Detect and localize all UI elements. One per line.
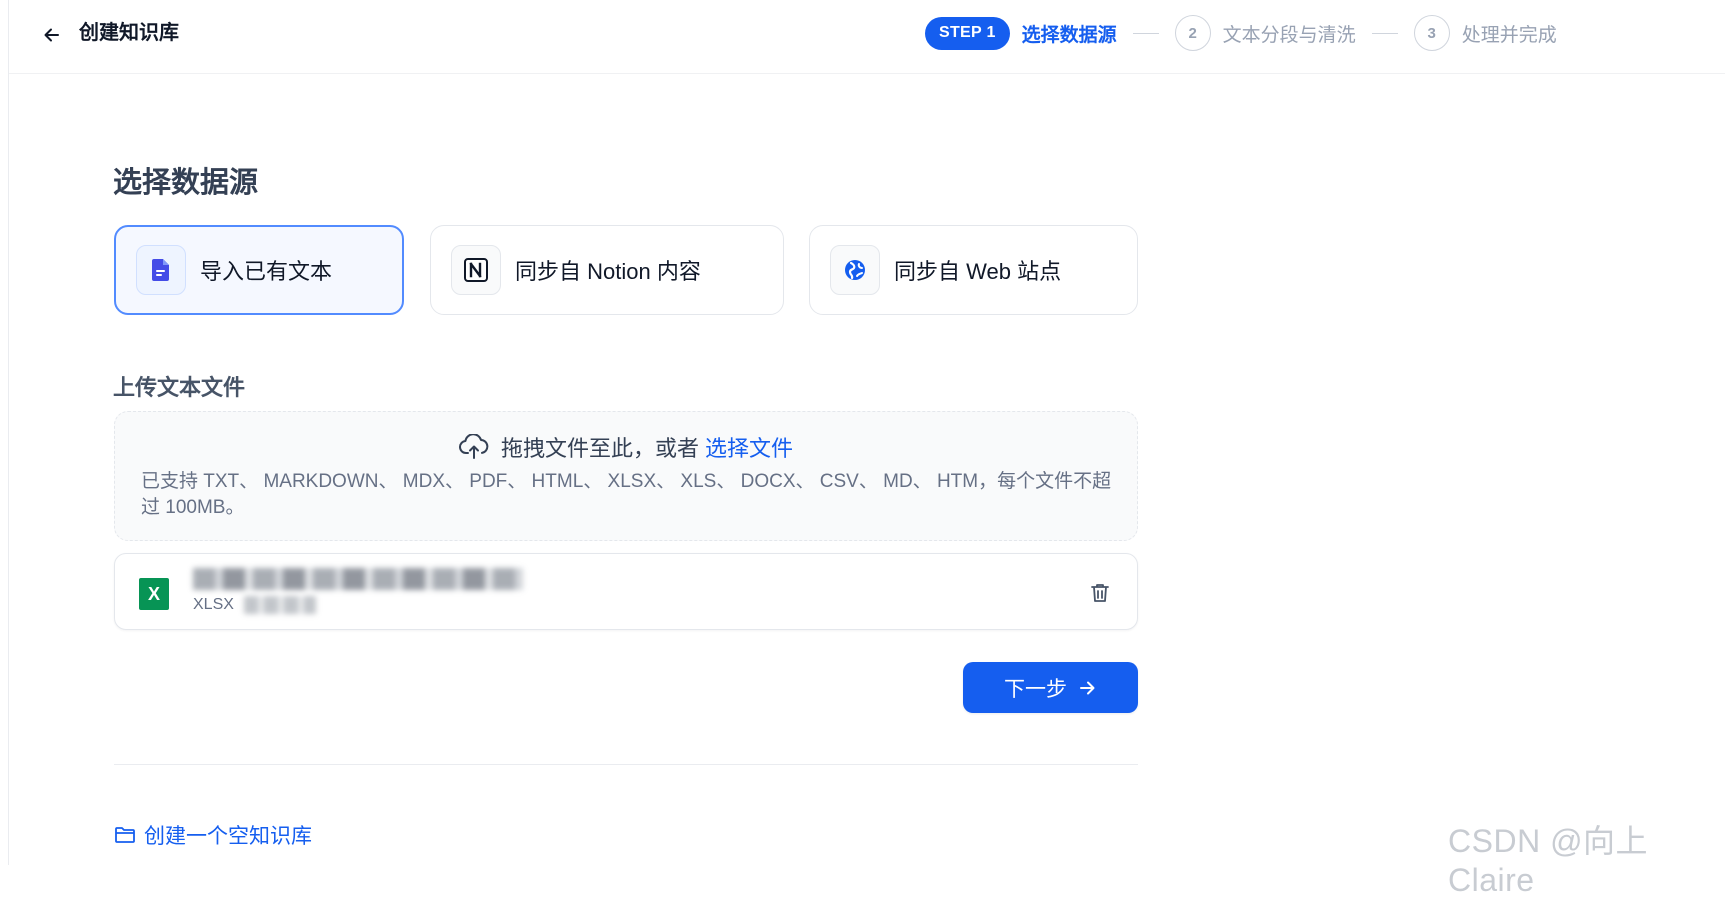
folder-icon (114, 825, 136, 845)
create-empty-label: 创建一个空知识库 (144, 825, 312, 848)
top-bar: 创建知识库 STEP 1 选择数据源 2 文本分段与清洗 3 处理并完成 (9, 0, 1725, 74)
source-option-label: 同步自 Web 站点 (894, 259, 1062, 284)
step-1-label: 选择数据源 (1021, 24, 1117, 46)
source-icon-box (830, 245, 880, 295)
file-type: XLSX (193, 596, 234, 613)
back-button[interactable] (37, 20, 67, 50)
cloud-upload-icon (459, 434, 489, 460)
source-icon-box (136, 245, 186, 295)
file-name-redacted (193, 568, 523, 590)
step-3-number: 3 (1413, 15, 1450, 51)
document-icon (150, 258, 172, 282)
file-size-redacted (243, 596, 316, 614)
delete-file-button[interactable] (1087, 580, 1113, 606)
dropzone-text: 拖拽文件至此，或者 (500, 436, 699, 461)
step-3-label: 处理并完成 (1461, 24, 1557, 46)
arrow-left-icon (42, 25, 62, 45)
dropzone-prompt: 拖拽文件至此，或者 选择文件 (115, 431, 1137, 463)
file-dropzone[interactable]: 拖拽文件至此，或者 选择文件 已支持 TXT、 MARKDOWN、 MDX、 P… (114, 411, 1138, 541)
step-1-badge: STEP 1 (925, 16, 1010, 50)
notion-icon (463, 257, 489, 283)
step-2-label: 文本分段与清洗 (1222, 24, 1356, 46)
globe-icon (843, 258, 867, 282)
source-option-label: 导入已有文本 (200, 259, 333, 284)
next-step-button[interactable]: 下一步 (963, 662, 1138, 713)
source-option-web[interactable]: 同步自 Web 站点 (809, 225, 1138, 315)
source-option-notion[interactable]: 同步自 Notion 内容 (430, 225, 784, 315)
source-icon-box (451, 245, 501, 295)
stepper: STEP 1 选择数据源 2 文本分段与清洗 3 处理并完成 (925, 15, 1557, 51)
create-empty-knowledge-base-link[interactable]: 创建一个空知识库 (114, 820, 312, 850)
file-meta: XLSX (193, 596, 316, 614)
watermark: CSDN @向上Claire (1448, 823, 1649, 898)
section-divider (114, 764, 1138, 765)
uploaded-file-item: X XLSX (114, 553, 1138, 630)
trash-icon (1089, 582, 1111, 604)
step-separator (1132, 32, 1159, 34)
page-title: 创建知识库 (79, 22, 179, 44)
supported-formats-hint: 已支持 TXT、 MARKDOWN、 MDX、 PDF、 HTML、 XLSX、… (141, 471, 1112, 518)
source-option-import-text[interactable]: 导入已有文本 (114, 225, 404, 315)
select-file-link[interactable]: 选择文件 (705, 431, 793, 463)
next-step-label: 下一步 (1004, 677, 1067, 701)
source-option-label: 同步自 Notion 内容 (515, 259, 701, 284)
left-border (8, 0, 9, 865)
upload-section-title: 上传文本文件 (113, 375, 246, 400)
step-2-number: 2 (1174, 15, 1211, 51)
excel-file-icon: X (139, 578, 169, 610)
section-title: 选择数据源 (113, 167, 259, 199)
step-separator (1371, 32, 1398, 34)
arrow-right-icon (1077, 678, 1097, 698)
